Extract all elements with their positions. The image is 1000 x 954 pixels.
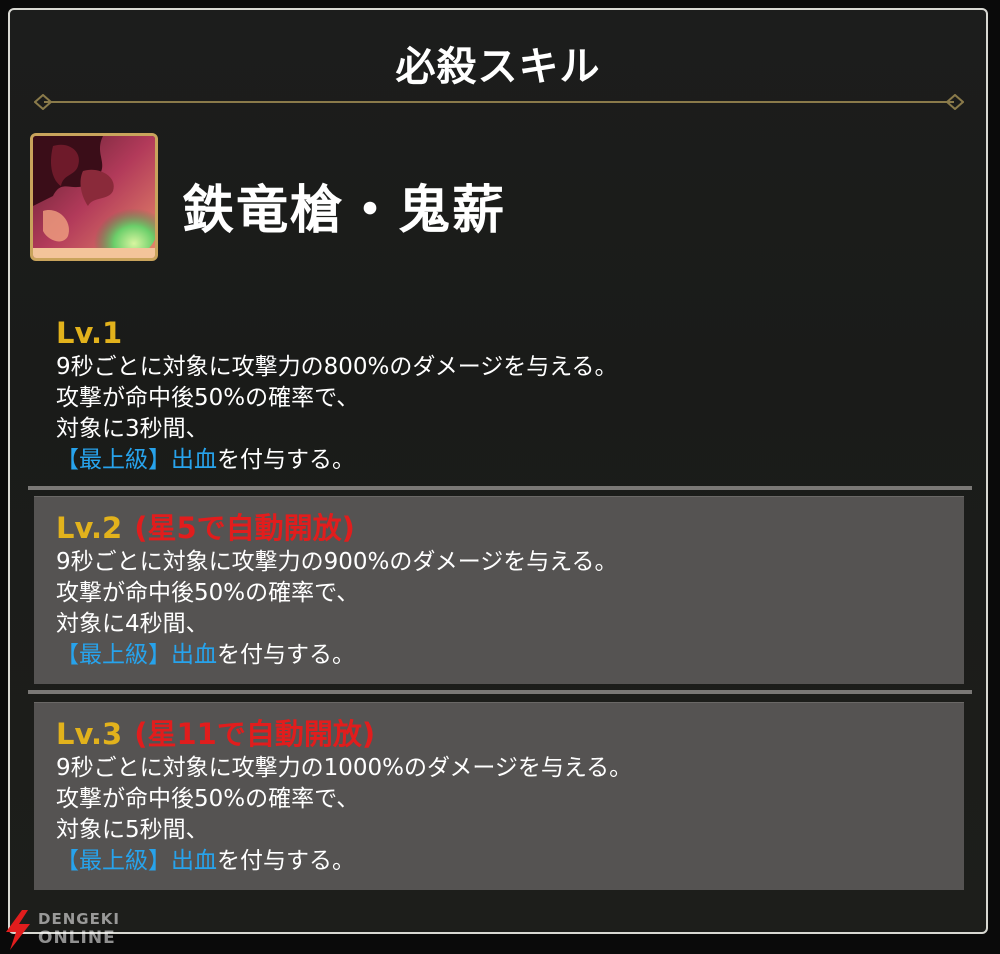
- level-label: Lv.3: [56, 717, 123, 751]
- watermark-line1: DENGEKI: [38, 910, 121, 928]
- description-line: 対象に3秒間、: [56, 416, 209, 442]
- panel-title: 必殺スキル: [395, 44, 601, 90]
- skill-panel: 必殺スキル 鉄竜槍・鬼薪 Lv.1 9秒ごとに対象に攻撃力の800%のダメージを…: [8, 8, 988, 934]
- description-line: 攻撃が命中後50%の確率で、: [56, 786, 360, 812]
- description-line: 9秒ごとに対象に攻撃力の900%のダメージを与える。: [56, 549, 618, 575]
- effect-suffix: を付与する。: [217, 642, 355, 668]
- level-separator: [28, 486, 972, 490]
- level-label: Lv.2: [56, 511, 123, 545]
- watermark-line2: ONLINE: [38, 928, 116, 948]
- effect-suffix: を付与する。: [217, 848, 355, 874]
- description-line: 攻撃が命中後50%の確率で、: [56, 385, 360, 411]
- unlock-condition: (星5で自動開放): [134, 511, 355, 545]
- description-line: 【最上級】出血を付与する。: [56, 846, 964, 877]
- description-line: 9秒ごとに対象に攻撃力の800%のダメージを与える。: [56, 354, 618, 380]
- description-line: 対象に4秒間、: [56, 611, 209, 637]
- unlock-condition: (星11で自動開放): [134, 717, 376, 751]
- lightning-logo-icon: [6, 910, 30, 950]
- skill-portrait-icon: [30, 133, 158, 261]
- description-line: 9秒ごとに対象に攻撃力の1000%のダメージを与える。: [56, 755, 633, 781]
- effect-tag: 【最上級】出血: [56, 848, 217, 874]
- level-header: Lv.2 (星5で自動開放): [56, 511, 964, 545]
- level-header: Lv.1: [56, 316, 964, 350]
- effect-suffix: を付与する。: [217, 447, 355, 473]
- level-header: Lv.3 (星11で自動開放): [56, 717, 964, 751]
- description-line: 【最上級】出血を付与する。: [56, 445, 964, 476]
- dengeki-online-watermark: DENGEKI ONLINE: [0, 910, 140, 950]
- level-label: Lv.1: [56, 316, 123, 350]
- skill-name: 鉄竜槍・鬼薪: [182, 181, 507, 241]
- ornament-divider: [34, 94, 964, 110]
- description-line: 攻撃が命中後50%の確率で、: [56, 580, 360, 606]
- effect-tag: 【最上級】出血: [56, 642, 217, 668]
- level-block-3: Lv.3 (星11で自動開放) 9秒ごとに対象に攻撃力の1000%のダメージを与え…: [34, 702, 964, 890]
- effect-tag: 【最上級】出血: [56, 447, 217, 473]
- level-separator: [28, 690, 972, 694]
- description-line: 【最上級】出血を付与する。: [56, 640, 964, 671]
- description-line: 対象に5秒間、: [56, 817, 209, 843]
- level-block-1: Lv.1 9秒ごとに対象に攻撃力の800%のダメージを与える。 攻撃が命中後50…: [34, 302, 964, 480]
- level-block-2: Lv.2 (星5で自動開放) 9秒ごとに対象に攻撃力の900%のダメージを与える。…: [34, 496, 964, 684]
